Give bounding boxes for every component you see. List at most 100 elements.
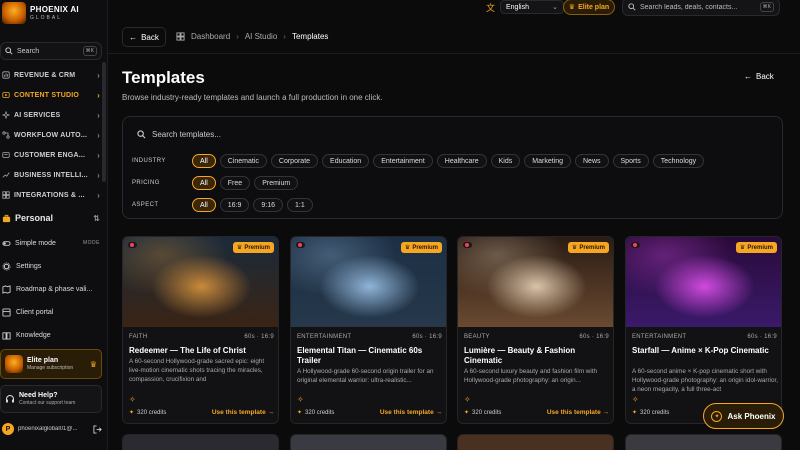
template-card-peek[interactable] [122,434,279,450]
filter-chip-industry[interactable]: News [575,154,609,168]
sidebar-item-integrations[interactable]: INTEGRATIONS & ... › [0,187,100,203]
ask-phoenix-button[interactable]: ✦ Ask Phoenix [703,403,784,429]
simple-mode-toggle[interactable]: Simple mode MODE [0,236,100,250]
sidebar-item-roadmap[interactable]: Roadmap & phase vali... [0,282,100,296]
template-search-input[interactable] [152,130,452,139]
template-credits: ✦ 320 credits [632,409,669,417]
template-card[interactable]: ♛ Premium FAITH 60s · 16:9 Redeemer — The… [122,236,279,424]
template-card-peek[interactable] [625,434,782,450]
filter-chip-industry[interactable]: Marketing [524,154,571,168]
filter-chip-pricing[interactable]: Free [219,176,251,190]
credits-icon: ✦ [632,410,638,416]
filter-panel: INDUSTRY AllCinematicCorporateEducationE… [122,116,783,219]
search-icon [5,47,13,55]
template-duration: 60s · 16:9 [244,334,274,340]
template-category: BEAUTY [464,334,490,340]
sidebar-item-label: AI SERVICES [14,111,61,119]
toggle-icon [2,240,11,246]
brand[interactable]: PHOENIX AI GLOBAL [2,2,79,24]
breadcrumb-ai-studio[interactable]: AI Studio [245,32,277,41]
pricing-chips: All Free Premium [192,176,299,190]
filter-chip-industry[interactable]: All [192,154,216,168]
template-card[interactable]: ♛ Premium ENTERTAINMENT 60s · 16:9 Starfa… [625,236,782,424]
template-description: A 60-second anime × K-pop cinematic shor… [632,368,778,393]
filter-chip-industry[interactable]: Corporate [270,154,319,168]
sidebar-item-settings[interactable]: Settings [0,259,100,273]
search-icon [137,130,146,139]
global-search-shortcut: ⌘K [759,2,774,12]
avatar: P [2,423,14,435]
template-card[interactable]: ♛ Premium ENTERTAINMENT 60s · 16:9 Elemen… [290,236,447,424]
search-icon [628,3,636,11]
revenue-icon [2,71,10,79]
logout-icon[interactable] [93,424,102,434]
sparkle-icon: ✧ [632,395,639,404]
filter-chip-aspect[interactable]: All [192,198,216,212]
user-profile[interactable]: P phoenixalglobal01@... [0,421,102,437]
use-template-link[interactable]: Use this template → [212,409,274,416]
sidebar-search[interactable]: Search ⌘K [0,42,102,60]
filter-chip-pricing[interactable]: All [192,176,216,190]
use-template-link[interactable]: Use this template → [380,409,442,416]
elite-plan-button[interactable]: ♛ Elite plan [563,0,615,15]
sidebar-item-knowledge[interactable]: Knowledge [0,328,100,342]
mode-badge: MODE [83,240,100,246]
portal-icon [2,307,11,317]
filter-chip-industry[interactable]: Education [322,154,370,168]
template-category: FAITH [129,334,148,340]
elite-plan-card[interactable]: Elite plan Manage subscription ♛ [0,349,102,379]
filter-chip-pricing[interactable]: Premium [254,176,299,190]
filter-chip-aspect[interactable]: 9:16 [253,198,284,212]
sidebar-item-customer[interactable]: CUSTOMER ENGA... › [0,147,100,163]
sidebar-item-revenue-crm[interactable]: REVENUE & CRM › [0,67,100,83]
sidebar-item-label: Settings [16,262,42,270]
filter-chip-industry[interactable]: Technology [652,154,705,168]
elite-plan-label: Elite plan [578,3,610,11]
help-card[interactable]: Need Help? Contact our support team [0,385,102,413]
breadcrumb: Dashboard › AI Studio › Templates [176,32,328,41]
crown-icon: ♛ [568,4,576,11]
back-label: Back [141,32,159,42]
workspace-label: Personal [15,213,54,223]
filter-chip-industry[interactable]: Sports [612,154,649,168]
filter-chip-industry[interactable]: Healthcare [436,154,487,168]
template-duration: 60s · 16:9 [747,334,777,340]
template-category: ENTERTAINMENT [297,334,352,340]
sidebar-item-label: Client portal [16,308,54,316]
global-search-input[interactable] [640,3,756,11]
premium-badge: ♛ Premium [400,242,442,253]
sidebar-item-business-intelligence[interactable]: BUSINESS INTELLI... › [0,167,100,183]
breadcrumb-dashboard[interactable]: Dashboard [191,32,230,41]
live-indicator-icon [463,242,472,248]
back-button[interactable]: ← Back [122,27,166,47]
filter-chip-industry[interactable]: Kids [490,154,521,168]
filter-chip-industry[interactable]: Cinematic [219,154,267,168]
global-search[interactable]: ⌘K [622,0,780,16]
page-back-button[interactable]: ← Back [744,72,774,81]
workspace-switcher[interactable]: Personal ⇅ [0,210,100,226]
template-search[interactable] [137,130,452,139]
sidebar-item-workflow[interactable]: WORKFLOW AUTO... › [0,127,100,143]
language-select[interactable]: English ⌄ [500,0,564,14]
arrow-left-icon: ← [129,32,138,42]
ask-phoenix-label: Ask Phoenix [727,411,776,421]
template-card-peek[interactable] [457,434,614,450]
filter-chip-aspect[interactable]: 16:9 [219,198,250,212]
template-description: A Hollywood-grade 60-second origin trail… [297,368,434,384]
sidebar-item-client-portal[interactable]: Client portal [0,305,100,319]
user-email: phoenixalglobal01@... [18,426,78,432]
back-label: Back [756,72,774,81]
premium-label: Premium [412,244,438,251]
filter-chip-aspect[interactable]: 1:1 [287,198,313,212]
sidebar-item-content-studio[interactable]: CONTENT STUDIO › [0,87,100,103]
template-card-peek[interactable] [290,434,447,450]
use-template-link[interactable]: Use this template → [547,409,609,416]
sidebar-search-label: Search [17,47,40,55]
headset-icon [6,395,14,403]
sidebar-scrollbar[interactable] [102,62,106,182]
template-card[interactable]: ♛ Premium BEAUTY 60s · 16:9 Lumière — Bea… [457,236,614,424]
chevron-down-icon: ⌄ [552,4,558,11]
filter-chip-industry[interactable]: Entertainment [373,154,433,168]
industry-filter: INDUSTRY All Cinematic Corporate Education E… [132,154,705,168]
sidebar-item-ai-services[interactable]: AI SERVICES › [0,107,100,123]
